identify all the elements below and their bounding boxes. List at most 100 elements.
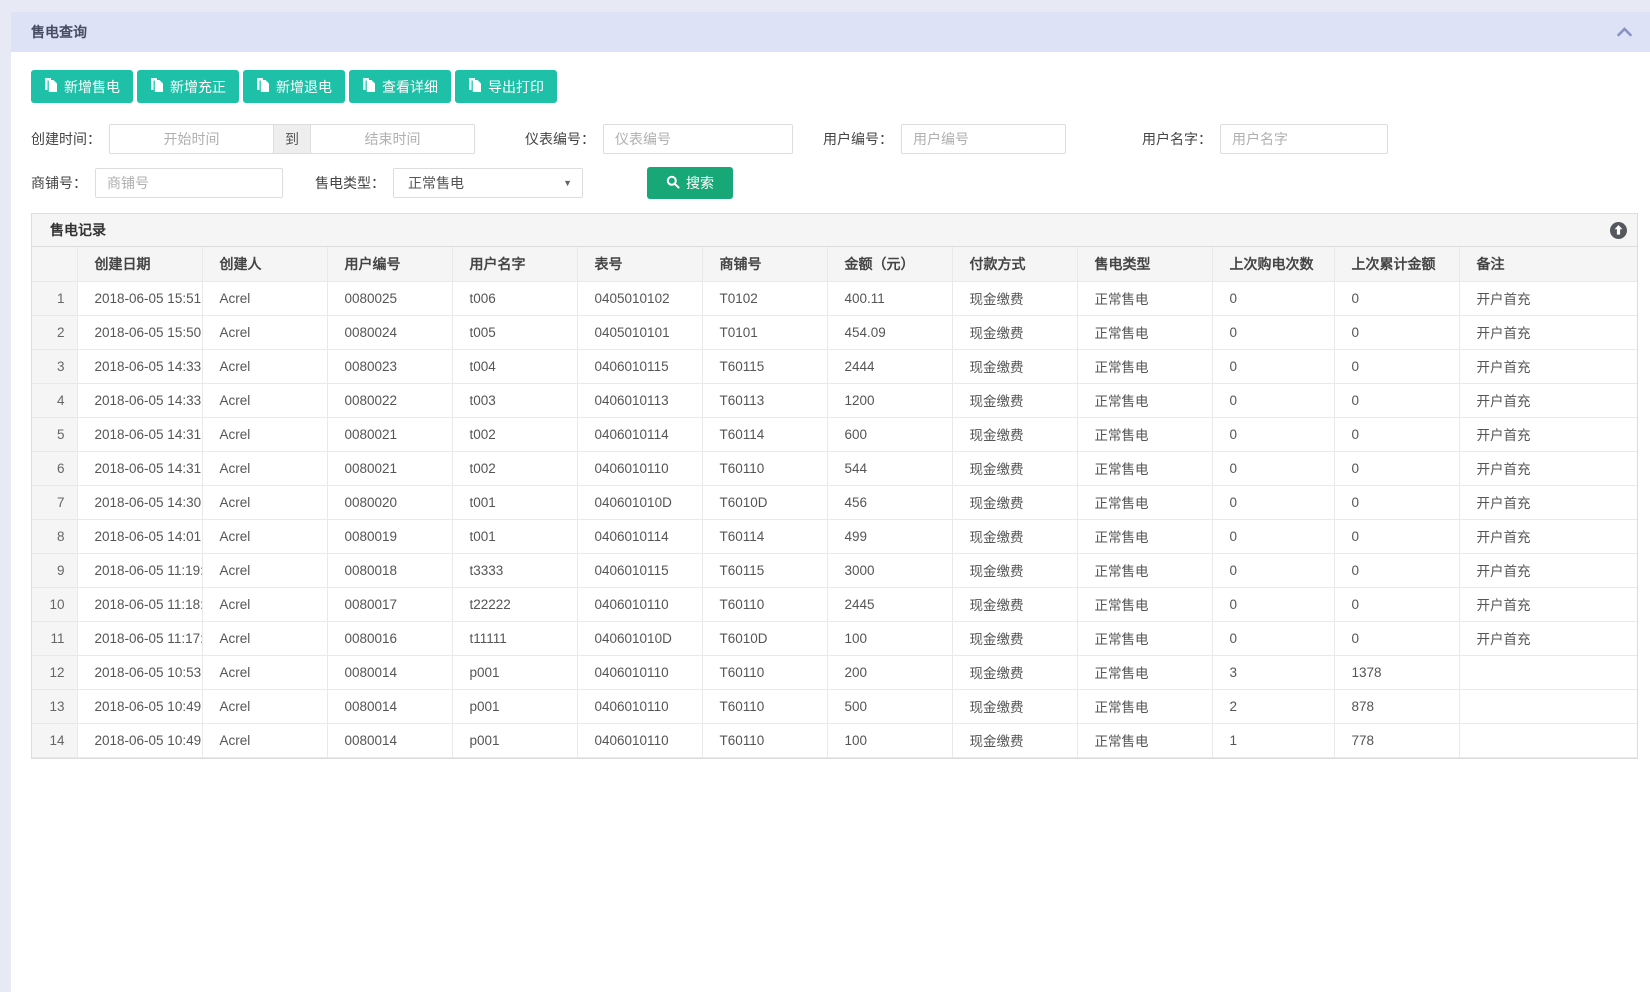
table-cell: 开户首充 <box>1459 587 1637 621</box>
column-header: 上次累计金额 <box>1334 247 1459 281</box>
table-cell: Acrel <box>202 451 327 485</box>
table-row[interactable]: 52018-06-05 14:31:3Acrel0080021t00204060… <box>32 417 1637 451</box>
arrow-up-circle-icon[interactable] <box>1610 222 1627 239</box>
table-cell: 开户首充 <box>1459 519 1637 553</box>
table-cell: 0 <box>1212 485 1334 519</box>
table-cell: t002 <box>452 451 577 485</box>
table-cell: 2018-06-05 14:30:1 <box>77 485 202 519</box>
table-cell: T0102 <box>702 281 827 315</box>
table-cell: T60114 <box>702 519 827 553</box>
table-cell: t005 <box>452 315 577 349</box>
view-detail-button[interactable]: 查看详细 <box>349 70 451 103</box>
table-row[interactable]: 132018-06-05 10:49:5Acrel0080014p0010406… <box>32 689 1637 723</box>
table-cell: 0406010110 <box>577 451 702 485</box>
table-cell: 0406010110 <box>577 655 702 689</box>
table-cell: Acrel <box>202 519 327 553</box>
column-header: 创建人 <box>202 247 327 281</box>
table-row[interactable]: 12018-06-05 15:51:1Acrel0080025t00604050… <box>32 281 1637 315</box>
shop-no-label: 商铺号： <box>31 173 87 193</box>
table-row[interactable]: 142018-06-05 10:49:4Acrel0080014p0010406… <box>32 723 1637 757</box>
table-cell: 现金缴费 <box>952 417 1077 451</box>
table-cell: 正常售电 <box>1077 485 1212 519</box>
table-cell: 0080023 <box>327 349 452 383</box>
column-header: 创建日期 <box>77 247 202 281</box>
table-row[interactable]: 82018-06-05 14:01:3Acrel0080019t00104060… <box>32 519 1637 553</box>
user-no-label: 用户编号： <box>823 129 893 149</box>
row-index-cell: 9 <box>32 553 77 587</box>
row-index-cell: 14 <box>32 723 77 757</box>
table-cell: 0080025 <box>327 281 452 315</box>
table-row[interactable]: 122018-06-05 10:53:0Acrel0080014p0010406… <box>32 655 1637 689</box>
table-cell: t003 <box>452 383 577 417</box>
table-cell: 0 <box>1212 587 1334 621</box>
table-cell: 0080020 <box>327 485 452 519</box>
add-sale-button[interactable]: 新增售电 <box>31 70 133 103</box>
row-index-cell: 6 <box>32 451 77 485</box>
table-row[interactable]: 112018-06-05 11:17:5Acrel0080016t1111104… <box>32 621 1637 655</box>
table-cell: 现金缴费 <box>952 281 1077 315</box>
button-label: 新增退电 <box>276 77 332 97</box>
table-cell: p001 <box>452 723 577 757</box>
table-cell: 0406010113 <box>577 383 702 417</box>
chevron-up-icon[interactable] <box>1613 23 1636 41</box>
button-label: 查看详细 <box>382 77 438 97</box>
table-row[interactable]: 72018-06-05 14:30:1Acrel0080020t00104060… <box>32 485 1637 519</box>
table-cell: 0 <box>1334 451 1459 485</box>
table-row[interactable]: 22018-06-05 15:50:1Acrel0080024t00504050… <box>32 315 1637 349</box>
table-cell: t004 <box>452 349 577 383</box>
table-cell: 454.09 <box>827 315 952 349</box>
shop-no-input[interactable] <box>95 168 283 198</box>
table-cell: 开户首充 <box>1459 349 1637 383</box>
row-index-cell: 1 <box>32 281 77 315</box>
filter-row-2: 商铺号： 售电类型： 正常售电 ▼ 搜索 <box>31 167 1638 199</box>
records-table-head-row: 创建日期创建人用户编号用户名字表号商铺号金额（元）付款方式售电类型上次购电次数上… <box>32 247 1637 281</box>
table-cell: 开户首充 <box>1459 315 1637 349</box>
table-cell: Acrel <box>202 417 327 451</box>
sale-type-value: 正常售电 <box>408 173 464 193</box>
table-cell: 2 <box>1212 689 1334 723</box>
records-panel-header: 售电记录 <box>32 214 1637 247</box>
sale-query-card: 售电查询 新增售电 新增充正 新增退电 查看详细 <box>11 12 1650 992</box>
table-cell: Acrel <box>202 383 327 417</box>
add-refund-button[interactable]: 新增退电 <box>243 70 345 103</box>
caret-down-icon: ▼ <box>563 178 572 188</box>
column-header: 售电类型 <box>1077 247 1212 281</box>
export-print-button[interactable]: 导出打印 <box>455 70 557 103</box>
user-no-input[interactable] <box>901 124 1066 154</box>
table-row[interactable]: 92018-06-05 11:19:0Acrel0080018t33330406… <box>32 553 1637 587</box>
user-name-label: 用户名字： <box>1142 129 1212 149</box>
table-cell: 现金缴费 <box>952 519 1077 553</box>
table-cell: 现金缴费 <box>952 587 1077 621</box>
table-row[interactable]: 102018-06-05 11:18:4Acrel0080017t2222204… <box>32 587 1637 621</box>
table-cell: T0101 <box>702 315 827 349</box>
table-cell: 现金缴费 <box>952 689 1077 723</box>
search-button[interactable]: 搜索 <box>647 167 733 199</box>
date-range-separator: 到 <box>273 124 311 154</box>
table-cell: 0080018 <box>327 553 452 587</box>
table-cell: 2018-06-05 10:49:4 <box>77 723 202 757</box>
table-cell: 2444 <box>827 349 952 383</box>
table-cell: 0 <box>1212 383 1334 417</box>
end-time-input[interactable] <box>310 124 475 154</box>
file-icon <box>256 78 269 95</box>
table-cell: p001 <box>452 689 577 723</box>
table-row[interactable]: 42018-06-05 14:33:0Acrel0080022t00304060… <box>32 383 1637 417</box>
search-icon <box>666 175 680 192</box>
table-cell: 544 <box>827 451 952 485</box>
table-cell: 正常售电 <box>1077 519 1212 553</box>
table-cell: 0 <box>1212 553 1334 587</box>
table-row[interactable]: 32018-06-05 14:33:2Acrel0080023t00404060… <box>32 349 1637 383</box>
user-name-input[interactable] <box>1220 124 1388 154</box>
table-row[interactable]: 62018-06-05 14:31:3Acrel0080021t00204060… <box>32 451 1637 485</box>
table-cell: 0 <box>1334 519 1459 553</box>
table-cell: 0405010102 <box>577 281 702 315</box>
table-cell: 正常售电 <box>1077 383 1212 417</box>
table-cell: Acrel <box>202 689 327 723</box>
meter-no-input[interactable] <box>603 124 793 154</box>
start-time-input[interactable] <box>109 124 274 154</box>
table-cell: 0 <box>1334 417 1459 451</box>
table-cell: 开户首充 <box>1459 417 1637 451</box>
column-header: 上次购电次数 <box>1212 247 1334 281</box>
sale-type-select[interactable]: 正常售电 ▼ <box>393 168 583 198</box>
add-correction-button[interactable]: 新增充正 <box>137 70 239 103</box>
